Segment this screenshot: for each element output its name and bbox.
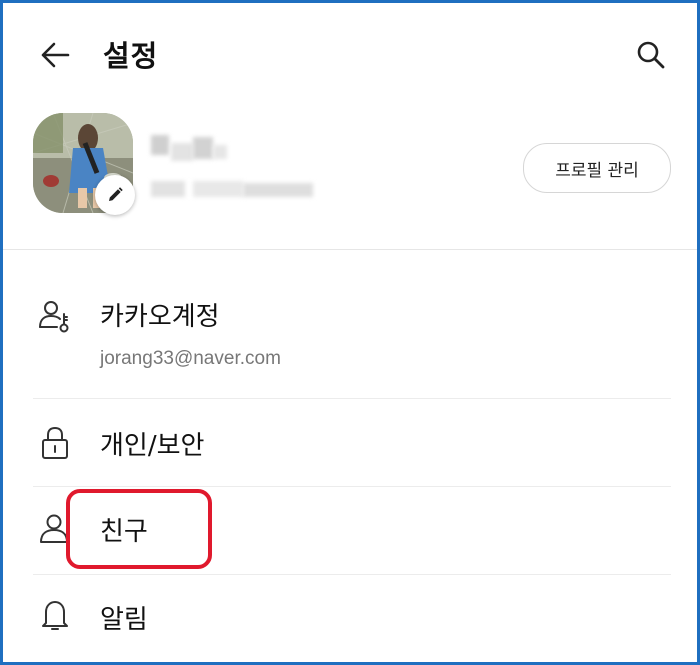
profile-section: 프로필 관리 bbox=[3, 103, 697, 248]
user-key-icon bbox=[39, 301, 69, 333]
lock-icon bbox=[42, 426, 68, 459]
back-button[interactable] bbox=[37, 37, 73, 73]
header: 설정 bbox=[3, 3, 697, 103]
page-title: 설정 bbox=[103, 39, 159, 73]
search-icon bbox=[637, 41, 665, 69]
bell-icon bbox=[42, 601, 68, 630]
pencil-icon bbox=[109, 187, 123, 201]
profile-manage-button[interactable]: 프로필 관리 bbox=[523, 143, 671, 193]
menu-label: 알림 bbox=[100, 605, 148, 635]
avatar[interactable] bbox=[33, 113, 135, 215]
menu-label: 카카오계정 bbox=[100, 302, 220, 332]
menu-label: 개인/보안 bbox=[100, 431, 205, 461]
arrow-left-icon bbox=[41, 42, 70, 68]
edit-avatar-button[interactable] bbox=[95, 175, 135, 215]
account-email: jorang33@naver.com bbox=[100, 348, 281, 369]
search-button[interactable] bbox=[633, 37, 669, 73]
menu-item-notifications[interactable]: 알림 bbox=[3, 575, 697, 662]
menu-item-kakao-account[interactable]: 카카오계정 jorang33@naver.com bbox=[3, 278, 697, 396]
menu-item-privacy-security[interactable]: 개인/보안 bbox=[3, 399, 697, 485]
divider bbox=[3, 249, 697, 250]
friends-highlight-box bbox=[66, 489, 212, 569]
settings-screen: 설정 프로필 관리 카카오계정 jorang33@naver.com 개인/보안… bbox=[0, 0, 700, 665]
